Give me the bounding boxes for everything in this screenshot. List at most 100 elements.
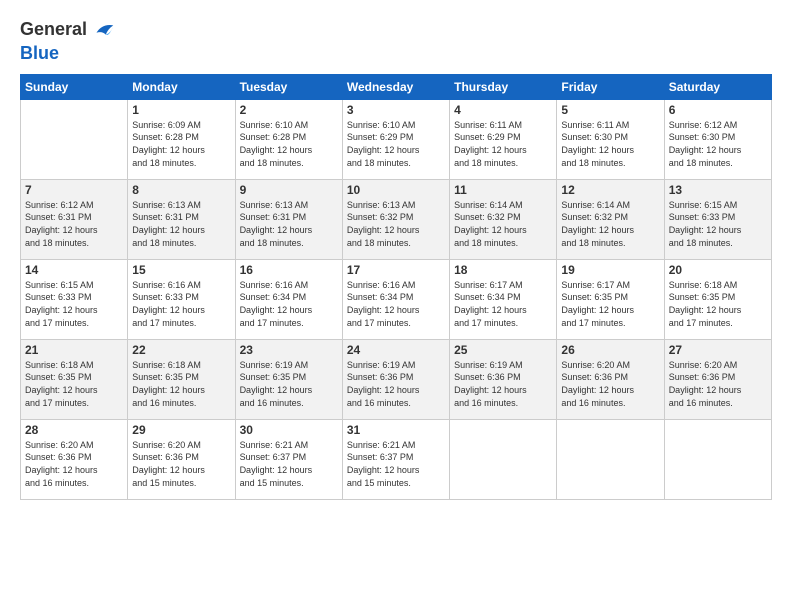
- calendar-header-row: SundayMondayTuesdayWednesdayThursdayFrid…: [21, 74, 772, 99]
- day-number: 26: [561, 343, 659, 357]
- calendar-week-2: 7 Sunrise: 6:12 AM Sunset: 6:31 PM Daylig…: [21, 179, 772, 259]
- calendar-week-5: 28 Sunrise: 6:20 AM Sunset: 6:36 PM Dayli…: [21, 419, 772, 499]
- day-number: 28: [25, 423, 123, 437]
- day-header-wednesday: Wednesday: [342, 74, 449, 99]
- day-info: Sunrise: 6:15 AM Sunset: 6:33 PM Dayligh…: [669, 199, 767, 249]
- day-header-monday: Monday: [128, 74, 235, 99]
- day-info: Sunrise: 6:13 AM Sunset: 6:32 PM Dayligh…: [347, 199, 445, 249]
- day-header-sunday: Sunday: [21, 74, 128, 99]
- calendar-cell: 1Sunrise: 6:09 AM Sunset: 6:28 PM Daylig…: [128, 99, 235, 179]
- calendar-cell: 15 Sunrise: 6:16 AM Sunset: 6:33 PM Dayli…: [128, 259, 235, 339]
- calendar-cell: 24 Sunrise: 6:19 AM Sunset: 6:36 PM Dayli…: [342, 339, 449, 419]
- calendar-week-1: 1Sunrise: 6:09 AM Sunset: 6:28 PM Daylig…: [21, 99, 772, 179]
- day-info: Sunrise: 6:21 AM Sunset: 6:37 PM Dayligh…: [240, 439, 338, 489]
- day-info: Sunrise: 6:14 AM Sunset: 6:32 PM Dayligh…: [454, 199, 552, 249]
- day-info: Sunrise: 6:12 AM Sunset: 6:31 PM Dayligh…: [25, 199, 123, 249]
- calendar-cell: 20Sunrise: 6:18 AM Sunset: 6:35 PM Dayli…: [664, 259, 771, 339]
- day-number: 24: [347, 343, 445, 357]
- day-header-friday: Friday: [557, 74, 664, 99]
- calendar-cell: [450, 419, 557, 499]
- logo-bird-icon: [89, 16, 117, 44]
- day-number: 8: [132, 183, 230, 197]
- day-info: Sunrise: 6:20 AM Sunset: 6:36 PM Dayligh…: [25, 439, 123, 489]
- calendar-cell: 26 Sunrise: 6:20 AM Sunset: 6:36 PM Dayli…: [557, 339, 664, 419]
- day-number: 29: [132, 423, 230, 437]
- day-number: 1: [132, 103, 230, 117]
- day-number: 31: [347, 423, 445, 437]
- calendar-cell: 9Sunrise: 6:13 AM Sunset: 6:31 PM Daylig…: [235, 179, 342, 259]
- day-number: 30: [240, 423, 338, 437]
- day-number: 27: [669, 343, 767, 357]
- calendar-cell: [664, 419, 771, 499]
- day-info: Sunrise: 6:14 AM Sunset: 6:32 PM Dayligh…: [561, 199, 659, 249]
- calendar-cell: [21, 99, 128, 179]
- calendar-cell: 12Sunrise: 6:14 AM Sunset: 6:32 PM Dayli…: [557, 179, 664, 259]
- day-info: Sunrise: 6:17 AM Sunset: 6:34 PM Dayligh…: [454, 279, 552, 329]
- day-number: 5: [561, 103, 659, 117]
- day-number: 18: [454, 263, 552, 277]
- calendar-cell: 14 Sunrise: 6:15 AM Sunset: 6:33 PM Dayli…: [21, 259, 128, 339]
- day-number: 2: [240, 103, 338, 117]
- day-number: 3: [347, 103, 445, 117]
- day-number: 23: [240, 343, 338, 357]
- day-header-thursday: Thursday: [450, 74, 557, 99]
- day-number: 4: [454, 103, 552, 117]
- logo-text: General: [20, 20, 87, 40]
- calendar-cell: 8Sunrise: 6:13 AM Sunset: 6:31 PM Daylig…: [128, 179, 235, 259]
- calendar-cell: 11 Sunrise: 6:14 AM Sunset: 6:32 PM Dayli…: [450, 179, 557, 259]
- calendar-cell: 5 Sunrise: 6:11 AM Sunset: 6:30 PM Daylig…: [557, 99, 664, 179]
- day-info: Sunrise: 6:11 AM Sunset: 6:29 PM Dayligh…: [454, 119, 552, 169]
- day-number: 7: [25, 183, 123, 197]
- day-info: Sunrise: 6:16 AM Sunset: 6:34 PM Dayligh…: [347, 279, 445, 329]
- calendar-cell: 25 Sunrise: 6:19 AM Sunset: 6:36 PM Dayli…: [450, 339, 557, 419]
- calendar-cell: 29 Sunrise: 6:20 AM Sunset: 6:36 PM Dayli…: [128, 419, 235, 499]
- calendar-cell: 17 Sunrise: 6:16 AM Sunset: 6:34 PM Dayli…: [342, 259, 449, 339]
- day-info: Sunrise: 6:15 AM Sunset: 6:33 PM Dayligh…: [25, 279, 123, 329]
- calendar-week-4: 21Sunrise: 6:18 AM Sunset: 6:35 PM Dayli…: [21, 339, 772, 419]
- calendar-cell: 10 Sunrise: 6:13 AM Sunset: 6:32 PM Dayli…: [342, 179, 449, 259]
- day-info: Sunrise: 6:11 AM Sunset: 6:30 PM Dayligh…: [561, 119, 659, 169]
- day-number: 6: [669, 103, 767, 117]
- logo: General Blue: [20, 16, 117, 64]
- day-number: 19: [561, 263, 659, 277]
- day-number: 11: [454, 183, 552, 197]
- calendar-cell: 13 Sunrise: 6:15 AM Sunset: 6:33 PM Dayli…: [664, 179, 771, 259]
- calendar-cell: 30 Sunrise: 6:21 AM Sunset: 6:37 PM Dayli…: [235, 419, 342, 499]
- calendar-cell: 28 Sunrise: 6:20 AM Sunset: 6:36 PM Dayli…: [21, 419, 128, 499]
- day-info: Sunrise: 6:21 AM Sunset: 6:37 PM Dayligh…: [347, 439, 445, 489]
- day-info: Sunrise: 6:10 AM Sunset: 6:29 PM Dayligh…: [347, 119, 445, 169]
- day-info: Sunrise: 6:13 AM Sunset: 6:31 PM Dayligh…: [240, 199, 338, 249]
- calendar-cell: 22Sunrise: 6:18 AM Sunset: 6:35 PM Dayli…: [128, 339, 235, 419]
- calendar-cell: 6Sunrise: 6:12 AM Sunset: 6:30 PM Daylig…: [664, 99, 771, 179]
- day-info: Sunrise: 6:10 AM Sunset: 6:28 PM Dayligh…: [240, 119, 338, 169]
- calendar-cell: [557, 419, 664, 499]
- day-number: 15: [132, 263, 230, 277]
- logo-general: General: [20, 19, 87, 39]
- day-info: Sunrise: 6:19 AM Sunset: 6:35 PM Dayligh…: [240, 359, 338, 409]
- day-info: Sunrise: 6:20 AM Sunset: 6:36 PM Dayligh…: [561, 359, 659, 409]
- calendar-week-3: 14 Sunrise: 6:15 AM Sunset: 6:33 PM Dayli…: [21, 259, 772, 339]
- calendar-cell: 4 Sunrise: 6:11 AM Sunset: 6:29 PM Daylig…: [450, 99, 557, 179]
- day-info: Sunrise: 6:19 AM Sunset: 6:36 PM Dayligh…: [347, 359, 445, 409]
- day-number: 10: [347, 183, 445, 197]
- day-number: 16: [240, 263, 338, 277]
- day-number: 17: [347, 263, 445, 277]
- day-info: Sunrise: 6:19 AM Sunset: 6:36 PM Dayligh…: [454, 359, 552, 409]
- calendar-cell: 21Sunrise: 6:18 AM Sunset: 6:35 PM Dayli…: [21, 339, 128, 419]
- day-info: Sunrise: 6:16 AM Sunset: 6:33 PM Dayligh…: [132, 279, 230, 329]
- calendar-cell: 18 Sunrise: 6:17 AM Sunset: 6:34 PM Dayli…: [450, 259, 557, 339]
- day-number: 13: [669, 183, 767, 197]
- day-number: 14: [25, 263, 123, 277]
- header: General Blue: [20, 16, 772, 64]
- day-info: Sunrise: 6:17 AM Sunset: 6:35 PM Dayligh…: [561, 279, 659, 329]
- day-number: 25: [454, 343, 552, 357]
- calendar-cell: 23 Sunrise: 6:19 AM Sunset: 6:35 PM Dayli…: [235, 339, 342, 419]
- calendar-cell: 2 Sunrise: 6:10 AM Sunset: 6:28 PM Daylig…: [235, 99, 342, 179]
- calendar-cell: 16 Sunrise: 6:16 AM Sunset: 6:34 PM Dayli…: [235, 259, 342, 339]
- day-info: Sunrise: 6:16 AM Sunset: 6:34 PM Dayligh…: [240, 279, 338, 329]
- calendar-table: SundayMondayTuesdayWednesdayThursdayFrid…: [20, 74, 772, 500]
- day-number: 20: [669, 263, 767, 277]
- calendar-cell: 27Sunrise: 6:20 AM Sunset: 6:36 PM Dayli…: [664, 339, 771, 419]
- day-info: Sunrise: 6:20 AM Sunset: 6:36 PM Dayligh…: [132, 439, 230, 489]
- calendar-cell: 31 Sunrise: 6:21 AM Sunset: 6:37 PM Dayli…: [342, 419, 449, 499]
